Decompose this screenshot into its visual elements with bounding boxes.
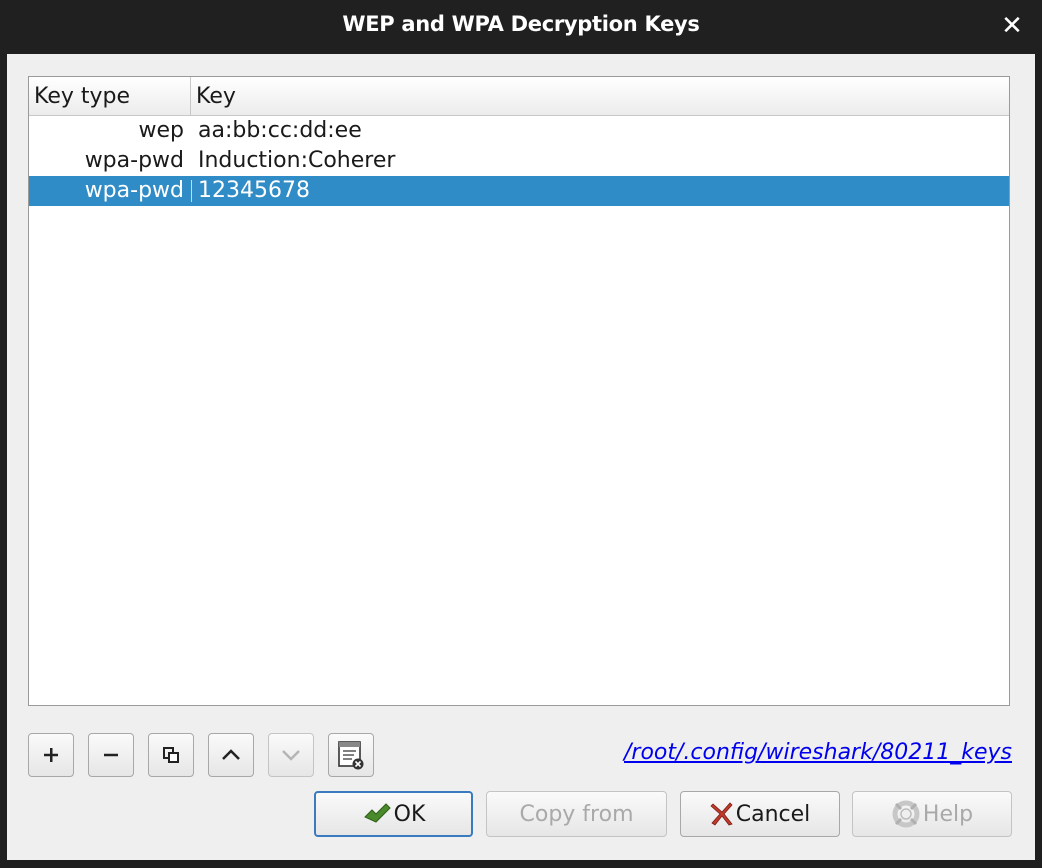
ok-button[interactable]: OK bbox=[314, 791, 473, 837]
cancel-label: Cancel bbox=[735, 801, 811, 827]
clear-all-button[interactable] bbox=[328, 733, 374, 777]
move-down-button[interactable] bbox=[268, 733, 314, 777]
help-label: Help bbox=[922, 801, 974, 827]
help-button[interactable]: Help bbox=[852, 791, 1012, 837]
clear-list-icon bbox=[338, 741, 364, 770]
copy-from-button[interactable]: Copy from bbox=[486, 791, 667, 837]
window-title: WEP and WPA Decryption Keys bbox=[342, 12, 700, 36]
help-lifebuoy-icon bbox=[892, 800, 920, 828]
column-divider bbox=[191, 180, 192, 202]
column-header-key-type[interactable]: Key type bbox=[29, 77, 191, 115]
cancel-button[interactable]: Cancel bbox=[680, 791, 840, 837]
key-type-cell: wpa-pwd bbox=[84, 148, 184, 173]
move-up-button[interactable] bbox=[208, 733, 254, 777]
table-header: Key type Key bbox=[29, 77, 1009, 116]
copy-entry-button[interactable] bbox=[148, 733, 194, 777]
ok-check-icon bbox=[363, 803, 391, 823]
copy-from-label: Copy from bbox=[519, 801, 634, 827]
key-cell: 12345678 bbox=[198, 178, 310, 203]
table-row-selected[interactable]: wpa-pwd 12345678 bbox=[29, 176, 1009, 206]
cancel-x-icon bbox=[710, 802, 733, 826]
close-icon: ✕ bbox=[1001, 11, 1023, 41]
ok-label: OK bbox=[393, 801, 426, 827]
key-type-cell: wpa-pwd bbox=[84, 178, 184, 203]
add-entry-button[interactable] bbox=[28, 733, 74, 777]
dialog-body: Key type Key wep aa:bb:cc:dd:ee wpa-pwd … bbox=[7, 54, 1035, 860]
column-header-key[interactable]: Key bbox=[191, 77, 1009, 115]
plus-icon bbox=[44, 748, 58, 762]
keys-file-path-link[interactable]: /root/.config/wireshark/80211_keys bbox=[624, 740, 1012, 765]
copy-icon bbox=[163, 747, 179, 763]
chevron-down-icon bbox=[282, 750, 300, 761]
table-row[interactable]: wep aa:bb:cc:dd:ee bbox=[29, 116, 1009, 146]
table-row[interactable]: wpa-pwd Induction:Coherer bbox=[29, 146, 1009, 176]
chevron-up-icon bbox=[222, 749, 240, 760]
key-cell: aa:bb:cc:dd:ee bbox=[198, 118, 362, 143]
key-type-cell: wep bbox=[138, 118, 185, 143]
key-cell: Induction:Coherer bbox=[198, 148, 396, 173]
title-bar: WEP and WPA Decryption Keys ✕ bbox=[0, 0, 1042, 54]
keys-table[interactable]: Key type Key wep aa:bb:cc:dd:ee wpa-pwd … bbox=[28, 76, 1010, 706]
minus-icon bbox=[104, 753, 118, 757]
remove-entry-button[interactable] bbox=[88, 733, 134, 777]
close-button[interactable]: ✕ bbox=[1000, 12, 1024, 40]
